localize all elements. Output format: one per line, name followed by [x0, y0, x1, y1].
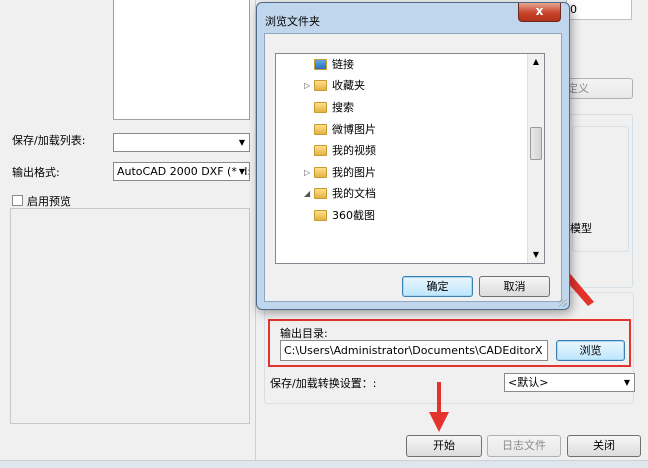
- expand-arrow-icon[interactable]: ▷: [304, 76, 310, 96]
- chevron-down-icon: ▼: [238, 138, 245, 147]
- dialog-ok-button[interactable]: 确定: [402, 276, 473, 297]
- videos-icon: [314, 145, 327, 156]
- tree-item-label: 360截图: [332, 209, 375, 222]
- tree-item-label: 我的文档: [332, 187, 376, 200]
- tree-item-label: 搜索: [332, 101, 354, 114]
- tree-item[interactable]: 微博图片: [276, 120, 528, 140]
- tree-scrollbar[interactable]: ▲ ▼: [527, 54, 544, 263]
- tree-item[interactable]: ▷ 收藏夹: [276, 76, 528, 96]
- pictures-icon: [314, 167, 327, 178]
- output-format-label: 输出格式:: [12, 166, 60, 179]
- save-load-list-combo[interactable]: ▼: [113, 133, 250, 152]
- tree-item[interactable]: 我的视频: [276, 141, 528, 161]
- scroll-down-arrow-icon[interactable]: ▼: [528, 247, 544, 263]
- tree-item[interactable]: 链接: [276, 55, 528, 75]
- tree-item-label: 我的图片: [332, 166, 376, 179]
- documents-icon: [314, 188, 327, 199]
- output-format-combo[interactable]: AutoCAD 2000 DXF (*.d: ▼: [113, 162, 250, 181]
- scroll-up-arrow-icon[interactable]: ▲: [528, 54, 544, 70]
- convert-settings-value: <默认>: [508, 376, 549, 389]
- tree-item[interactable]: ▷ 我的图片: [276, 163, 528, 183]
- tree-item-label: 链接: [332, 58, 354, 71]
- dialog-title: 浏览文件夹: [265, 15, 320, 28]
- expand-arrow-icon[interactable]: ▷: [304, 163, 310, 183]
- enable-preview-label: 启用预览: [27, 195, 71, 208]
- convert-settings-label: 保存/加载转换设置：:: [270, 377, 377, 390]
- dialog-cancel-button[interactable]: 取消: [479, 276, 550, 297]
- tree-item[interactable]: 360截图: [276, 206, 528, 226]
- folder-tree[interactable]: 联系人链接 ▷ 收藏夹搜索微博图片我的视频 ▷ 我的图片 ◢ 我的文档 360截图 ▲ ▼: [275, 53, 545, 264]
- folder-icon: [314, 124, 327, 135]
- links-icon: [314, 59, 327, 70]
- output-format-value: AutoCAD 2000 DXF (*.d:: [117, 165, 250, 178]
- log-file-button[interactable]: 日志文件: [487, 435, 561, 457]
- annotation-arrow-down: [429, 382, 449, 432]
- folder-icon: [314, 210, 327, 221]
- preview-area: [10, 208, 250, 424]
- favorites-icon: [314, 80, 327, 91]
- custom-define-button[interactable]: 定义: [562, 78, 633, 99]
- chevron-down-icon: ▼: [623, 378, 630, 387]
- search-folder-icon: [314, 102, 327, 113]
- scroll-thumb[interactable]: [530, 127, 542, 160]
- convert-settings-combo[interactable]: <默认> ▼: [504, 373, 635, 392]
- top-right-value: 0: [570, 3, 577, 16]
- annotation-highlight-box: [268, 319, 631, 367]
- close-icon: x: [535, 4, 544, 18]
- close-button[interactable]: 关闭: [567, 435, 641, 457]
- tree-item-label: 我的视频: [332, 144, 376, 157]
- chevron-down-icon: ▼: [236, 163, 245, 180]
- tree-item-label: 联系人: [332, 53, 365, 54]
- save-load-list-label: 保存/加载列表:: [12, 134, 86, 147]
- resize-grip-icon[interactable]: [559, 299, 567, 307]
- file-list-box[interactable]: [113, 0, 250, 120]
- start-button[interactable]: 开始: [406, 435, 482, 457]
- dialog-close-button[interactable]: x: [518, 3, 561, 22]
- tree-item-label: 微博图片: [332, 123, 376, 136]
- tree-item[interactable]: 搜索: [276, 98, 528, 118]
- status-strip: [0, 460, 648, 468]
- tree-item[interactable]: 联系人: [276, 53, 528, 54]
- browse-folder-dialog: 浏览文件夹 x 联系人链接 ▷ 收藏夹搜索微博图片我的视频 ▷ 我的图片 ◢ 我的文档 360…: [256, 2, 570, 310]
- tree-item-label: 收藏夹: [332, 79, 365, 92]
- expand-arrow-icon[interactable]: ◢: [304, 184, 310, 204]
- tree-item[interactable]: ◢ 我的文档: [276, 184, 528, 204]
- enable-preview-checkbox[interactable]: [12, 195, 23, 206]
